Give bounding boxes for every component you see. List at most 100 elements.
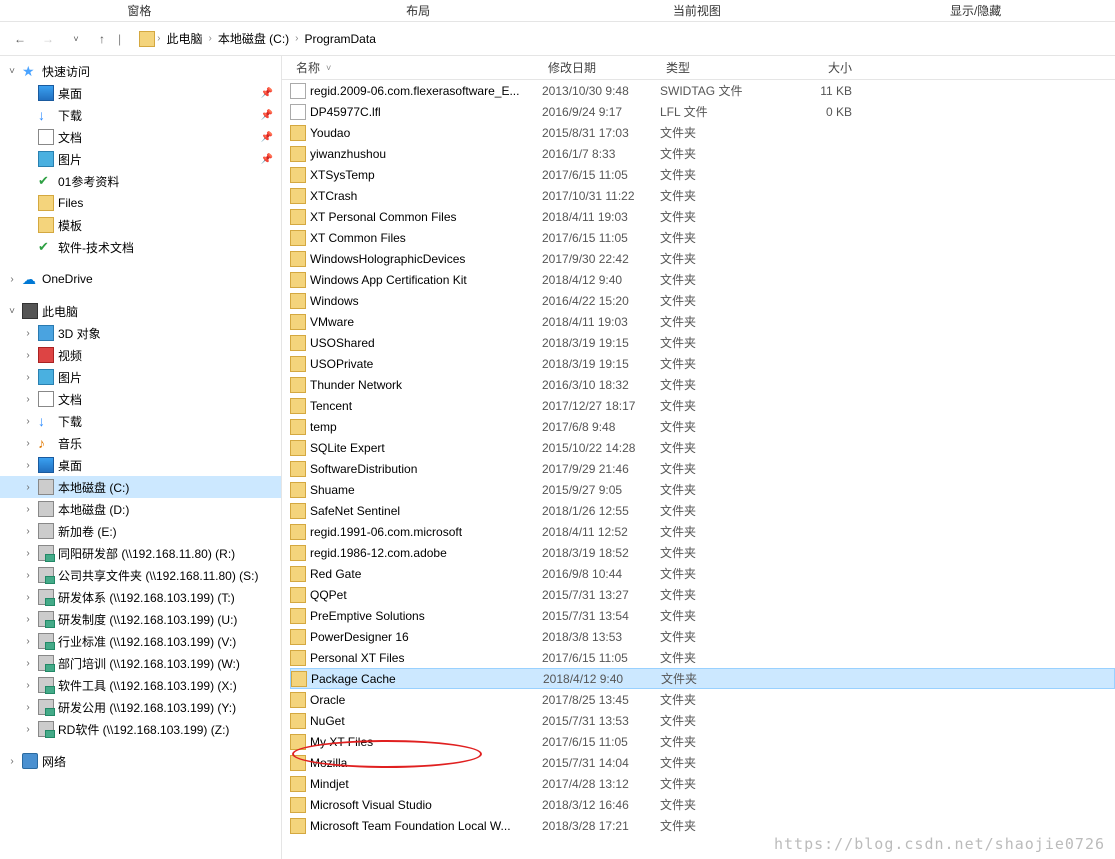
network[interactable]: › 网络 [0,750,281,772]
sidebar-item[interactable]: ›模板 [0,214,281,236]
file-row[interactable]: PreEmptive Solutions2015/7/31 13:54文件夹 [290,605,1115,626]
file-row[interactable]: WindowsHolographicDevices2017/9/30 22:42… [290,248,1115,269]
sidebar-item[interactable]: ›本地磁盘 (D:) [0,498,281,520]
file-row[interactable]: USOShared2018/3/19 19:15文件夹 [290,332,1115,353]
file-row[interactable]: VMware2018/4/11 19:03文件夹 [290,311,1115,332]
file-icon [290,356,306,372]
file-row[interactable]: QQPet2015/7/31 13:27文件夹 [290,584,1115,605]
sidebar-item[interactable]: ›部门培训 (\\192.168.103.199) (W:) [0,652,281,674]
file-row[interactable]: regid.2009-06.com.flexerasoftware_E...20… [290,80,1115,101]
sidebar-item[interactable]: ›01参考资料 [0,170,281,192]
sidebar-item[interactable]: ›软件工具 (\\192.168.103.199) (X:) [0,674,281,696]
file-row[interactable]: PowerDesigner 162018/3/8 13:53文件夹 [290,626,1115,647]
sidebar-item-label: 同阳研发部 (\\192.168.11.80) (R:) [58,545,235,562]
sidebar-item[interactable]: ›新加卷 (E:) [0,520,281,542]
sidebar-item[interactable]: ›Files [0,192,281,214]
column-date[interactable]: 修改日期 [542,59,660,76]
file-row[interactable]: Tencent2017/12/27 18:17文件夹 [290,395,1115,416]
file-row[interactable]: Windows2016/4/22 15:20文件夹 [290,290,1115,311]
file-row[interactable]: XT Personal Common Files2018/4/11 19:03文… [290,206,1115,227]
file-name: Oracle [310,693,345,707]
file-row[interactable]: SoftwareDistribution2017/9/29 21:46文件夹 [290,458,1115,479]
ribbon-tab[interactable]: 当前视图 [558,0,837,21]
file-row[interactable]: XTSysTemp2017/6/15 11:05文件夹 [290,164,1115,185]
address-bar[interactable]: › 此电脑›本地磁盘 (C:)›ProgramData [135,27,1107,51]
sidebar-item[interactable]: ›同阳研发部 (\\192.168.11.80) (R:) [0,542,281,564]
breadcrumb-part[interactable]: 本地磁盘 (C:) [214,28,293,49]
file-row[interactable]: SafeNet Sentinel2018/1/26 12:55文件夹 [290,500,1115,521]
file-row[interactable]: Mozilla2015/7/31 14:04文件夹 [290,752,1115,773]
sidebar-item[interactable]: ›RD软件 (\\192.168.103.199) (Z:) [0,718,281,740]
ribbon-tab[interactable]: 布局 [279,0,558,21]
file-row[interactable]: Package Cache2018/4/12 9:40文件夹 [290,668,1115,689]
file-icon [290,83,306,99]
ribbon-tab[interactable]: 显示/隐藏 [836,0,1115,21]
sidebar-item[interactable]: ›研发公用 (\\192.168.103.199) (Y:) [0,696,281,718]
file-row[interactable]: Mindjet2017/4/28 13:12文件夹 [290,773,1115,794]
file-row[interactable]: regid.1991-06.com.microsoft2018/4/11 12:… [290,521,1115,542]
sidebar-item[interactable]: ›研发体系 (\\192.168.103.199) (T:) [0,586,281,608]
breadcrumb-part[interactable]: ProgramData [301,30,380,48]
file-row[interactable]: temp2017/6/8 9:48文件夹 [290,416,1115,437]
item-icon [38,325,54,341]
ribbon-tab[interactable]: 窗格 [0,0,279,21]
sidebar-item[interactable]: ›桌面📌 [0,82,281,104]
file-row[interactable]: XT Common Files2017/6/15 11:05文件夹 [290,227,1115,248]
file-row[interactable]: regid.1986-12.com.adobe2018/3/19 18:52文件… [290,542,1115,563]
sidebar-item[interactable]: ›图片📌 [0,148,281,170]
sidebar-item[interactable]: ›行业标准 (\\192.168.103.199) (V:) [0,630,281,652]
file-type: 文件夹 [660,712,778,729]
sidebar-item[interactable]: ›图片 [0,366,281,388]
chevron-right-icon[interactable]: › [295,33,298,44]
file-row[interactable]: Youdao2015/8/31 17:03文件夹 [290,122,1115,143]
sidebar-item[interactable]: ›3D 对象 [0,322,281,344]
column-size[interactable]: 大小 [778,59,858,76]
file-date: 2015/8/31 17:03 [542,126,660,140]
sidebar-item[interactable]: ›桌面 [0,454,281,476]
column-type[interactable]: 类型 [660,59,778,76]
file-row[interactable]: DP45977C.lfl2016/9/24 9:17LFL 文件0 KB [290,101,1115,122]
back-button[interactable]: ← [8,27,32,51]
item-icon [38,523,54,539]
onedrive[interactable]: › OneDrive [0,268,281,290]
recent-dropdown[interactable]: ˅ [64,27,88,51]
sidebar-item[interactable]: ›下载 [0,410,281,432]
navigation-pane[interactable]: ˅ 快速访问 ›桌面📌›下载📌›文档📌›图片📌›01参考资料›Files›模板›… [0,56,282,859]
item-icon [38,239,54,255]
quick-access[interactable]: ˅ 快速访问 [0,60,281,82]
file-icon [290,293,306,309]
file-row[interactable]: Microsoft Team Foundation Local W...2018… [290,815,1115,836]
file-row[interactable]: yiwanzhushou2016/1/7 8:33文件夹 [290,143,1115,164]
sidebar-item[interactable]: ›视频 [0,344,281,366]
sidebar-item[interactable]: ›音乐 [0,432,281,454]
file-row[interactable]: Personal XT Files2017/6/15 11:05文件夹 [290,647,1115,668]
file-list[interactable]: regid.2009-06.com.flexerasoftware_E...20… [282,80,1115,859]
column-name[interactable]: 名称 ˅ [290,59,542,76]
file-row[interactable]: Thunder Network2016/3/10 18:32文件夹 [290,374,1115,395]
file-row[interactable]: Shuame2015/9/27 9:05文件夹 [290,479,1115,500]
up-button[interactable]: ↑ [92,29,112,49]
file-row[interactable]: My XT Files2017/6/15 11:05文件夹 [290,731,1115,752]
network-label: 网络 [42,753,66,770]
sidebar-item[interactable]: ›研发制度 (\\192.168.103.199) (U:) [0,608,281,630]
sidebar-item[interactable]: ›文档 [0,388,281,410]
this-pc[interactable]: ˅ 此电脑 [0,300,281,322]
sidebar-item[interactable]: ›文档📌 [0,126,281,148]
file-row[interactable]: Red Gate2016/9/8 10:44文件夹 [290,563,1115,584]
file-row[interactable]: Windows App Certification Kit2018/4/12 9… [290,269,1115,290]
file-row[interactable]: Oracle2017/8/25 13:45文件夹 [290,689,1115,710]
breadcrumb-part[interactable]: 此电脑 [162,28,206,49]
sidebar-item[interactable]: ›软件-技术文档 [0,236,281,258]
forward-button[interactable]: → [36,27,60,51]
sidebar-item[interactable]: ›公司共享文件夹 (\\192.168.11.80) (S:) [0,564,281,586]
chevron-right-icon[interactable]: › [208,33,211,44]
file-row[interactable]: Microsoft Visual Studio2018/3/12 16:46文件… [290,794,1115,815]
file-row[interactable]: USOPrivate2018/3/19 19:15文件夹 [290,353,1115,374]
chevron-right-icon[interactable]: › [157,33,160,44]
item-icon [38,545,54,561]
file-row[interactable]: NuGet2015/7/31 13:53文件夹 [290,710,1115,731]
sidebar-item[interactable]: ›本地磁盘 (C:) [0,476,281,498]
file-row[interactable]: SQLite Expert2015/10/22 14:28文件夹 [290,437,1115,458]
sidebar-item[interactable]: ›下载📌 [0,104,281,126]
file-row[interactable]: XTCrash2017/10/31 11:22文件夹 [290,185,1115,206]
